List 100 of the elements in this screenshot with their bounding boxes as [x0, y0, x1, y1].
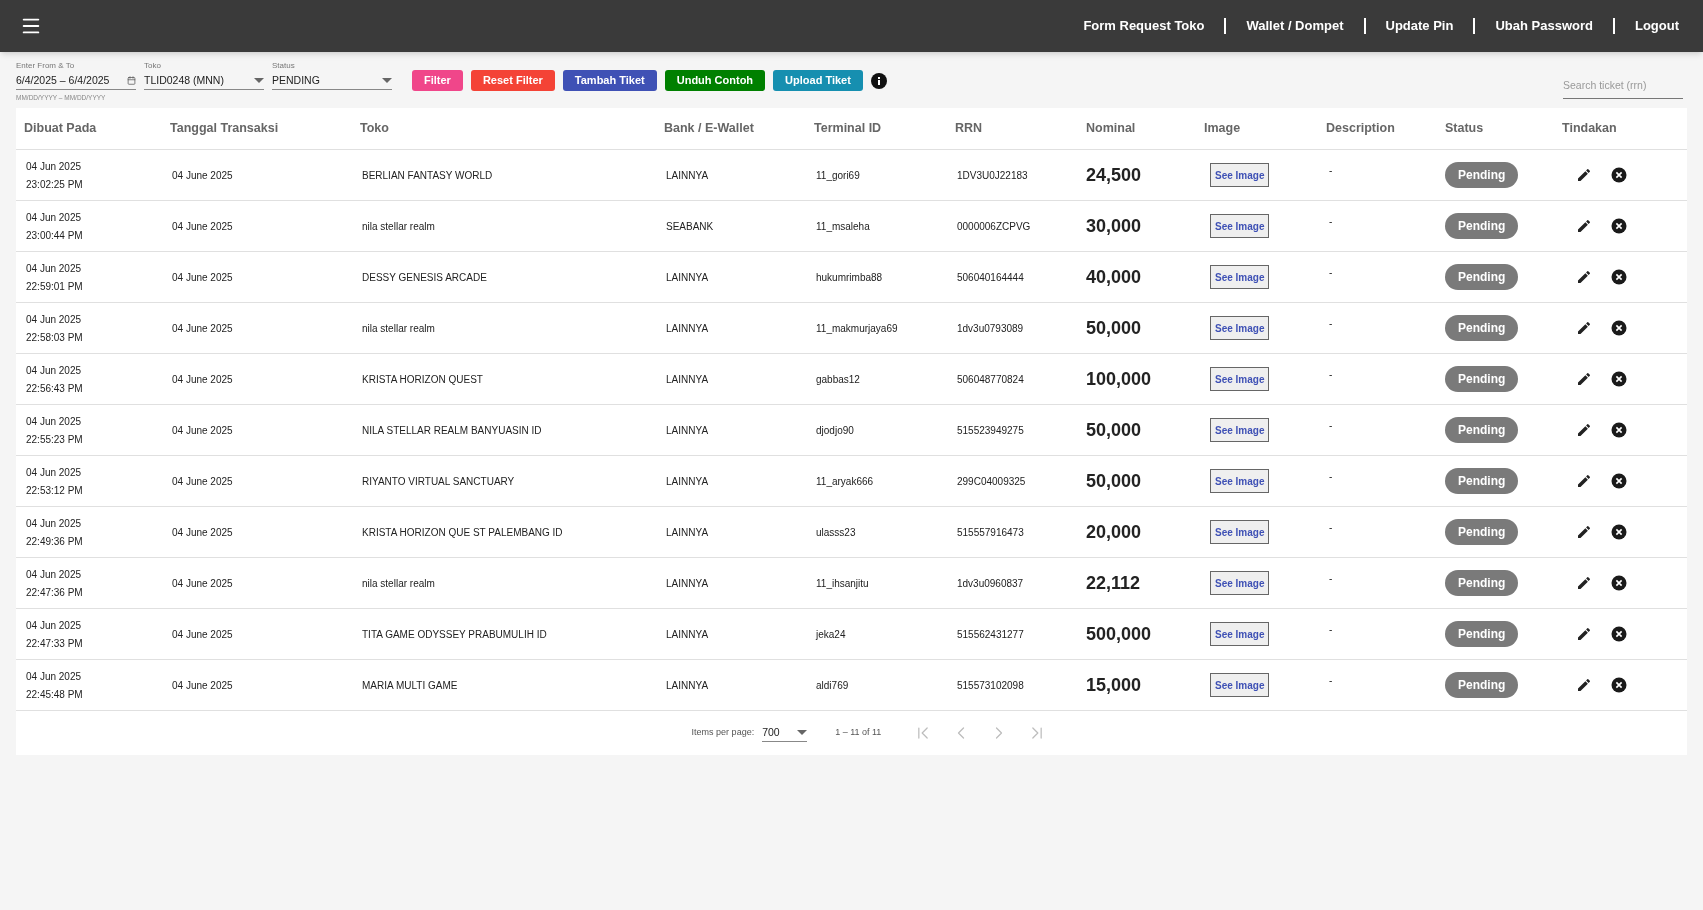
table-cell-text: 22:45:48 PM — [26, 687, 84, 702]
cancel-icon[interactable] — [1610, 319, 1628, 337]
table-cell-text: 515562431277 — [956, 627, 1025, 642]
cancel-icon[interactable] — [1610, 217, 1628, 235]
edit-pencil-icon[interactable] — [1576, 626, 1592, 642]
table-cell-text: nila stellar realm — [361, 576, 436, 591]
table-cell-text: 04 June 2025 — [171, 321, 234, 336]
table-cell-text: LAINNYA — [665, 168, 710, 183]
table-cell-text: jeka24 — [814, 627, 847, 642]
search-field[interactable]: Search ticket (rrn) — [1563, 78, 1683, 94]
action-button[interactable]: Filter — [412, 70, 463, 91]
see-image-button[interactable]: See Image — [1210, 163, 1270, 187]
table-cell-text: - — [1328, 317, 1334, 331]
cancel-icon[interactable] — [1610, 676, 1628, 694]
action-button[interactable]: Reset Filter — [470, 70, 555, 91]
table-cell-text: LAINNYA — [665, 270, 710, 285]
action-button[interactable]: Upload Tiket — [773, 70, 863, 91]
table-cell-text: 22:47:36 PM — [26, 585, 84, 600]
cancel-icon[interactable] — [1610, 166, 1628, 184]
table-cell-text: LAINNYA — [665, 372, 710, 387]
table-cell-text: 0000006ZCPVG — [956, 219, 1032, 234]
status-badge: Pending — [1445, 468, 1519, 494]
table-cell-text: - — [1328, 521, 1334, 535]
see-image-button[interactable]: See Image — [1210, 367, 1270, 391]
table-cell-text: - — [1328, 164, 1334, 178]
see-image-button[interactable]: See Image — [1210, 520, 1270, 544]
edit-pencil-icon[interactable] — [1576, 269, 1592, 285]
cancel-icon[interactable] — [1610, 370, 1628, 388]
table-cell-text: 22:55:23 PM — [26, 432, 84, 447]
see-image-button[interactable]: See Image — [1210, 673, 1270, 697]
items-per-page-select[interactable]: 700 — [762, 724, 808, 742]
see-image-button[interactable]: See Image — [1210, 265, 1270, 289]
table-cell-text: 515557916473 — [956, 525, 1025, 540]
status-badge: Pending — [1445, 264, 1519, 290]
see-image-button[interactable]: See Image — [1210, 316, 1270, 340]
table-cell-text: nila stellar realm — [361, 219, 436, 234]
table-cell-text: 04 June 2025 — [171, 678, 234, 693]
nav-link[interactable]: Form Request Toko — [1079, 16, 1209, 36]
nominal-amount: 100,000 — [1086, 367, 1153, 391]
calendar-icon[interactable] — [127, 76, 136, 85]
status-badge: Pending — [1445, 366, 1519, 392]
edit-pencil-icon[interactable] — [1576, 524, 1592, 540]
status-badge: Pending — [1445, 315, 1519, 341]
table-cell-text: 04 June 2025 — [171, 474, 234, 489]
table-cell-text: nila stellar realm — [361, 321, 436, 336]
action-button[interactable]: Unduh Contoh — [664, 70, 766, 91]
nav-link[interactable]: Wallet / Dompet — [1242, 16, 1348, 36]
table-cell-text: 04 June 2025 — [171, 168, 234, 183]
edit-pencil-icon[interactable] — [1576, 371, 1592, 387]
cancel-icon[interactable] — [1610, 472, 1628, 490]
items-per-page-label: Items per page: — [691, 726, 755, 740]
status-badge: Pending — [1445, 621, 1519, 647]
cancel-icon[interactable] — [1610, 523, 1628, 541]
edit-pencil-icon[interactable] — [1576, 422, 1592, 438]
table-cell-text: 04 Jun 2025 — [26, 465, 83, 480]
see-image-button[interactable]: See Image — [1210, 418, 1270, 442]
nav-link[interactable]: Update Pin — [1381, 16, 1458, 36]
column-header: Image — [1204, 120, 1242, 138]
table-cell-text: 04 Jun 2025 — [26, 618, 83, 633]
table-cell-text: - — [1328, 368, 1334, 382]
cancel-icon[interactable] — [1610, 268, 1628, 286]
nominal-amount: 40,000 — [1086, 265, 1143, 289]
cancel-icon[interactable] — [1610, 421, 1628, 439]
see-image-button[interactable]: See Image — [1210, 622, 1270, 646]
nominal-amount: 30,000 — [1086, 214, 1143, 238]
info-icon[interactable] — [870, 72, 887, 89]
table-cell-text: TITA GAME ODYSSEY PRABUMULIH ID — [361, 627, 548, 642]
see-image-button[interactable]: See Image — [1210, 469, 1270, 493]
action-button[interactable]: Tambah Tiket — [562, 70, 657, 91]
table-cell-text: 04 Jun 2025 — [26, 669, 83, 684]
cancel-icon[interactable] — [1610, 625, 1628, 643]
edit-pencil-icon[interactable] — [1576, 320, 1592, 336]
edit-pencil-icon[interactable] — [1576, 218, 1592, 234]
column-header: Bank / E-Wallet — [664, 120, 755, 138]
column-header: Status — [1445, 120, 1485, 138]
table-cell-text: - — [1328, 470, 1334, 484]
edit-pencil-icon[interactable] — [1576, 167, 1592, 183]
edit-pencil-icon[interactable] — [1576, 677, 1592, 693]
table-cell-text: 1dv3u0793089 — [956, 321, 1025, 336]
table-cell-text: djodjo90 — [815, 423, 855, 438]
column-header: Tindakan — [1562, 120, 1618, 138]
nav-link[interactable]: Ubah Password — [1491, 16, 1597, 36]
table-cell-text: 22:58:03 PM — [26, 330, 84, 345]
nav-link[interactable]: Logout — [1630, 16, 1683, 36]
table-cell-text: LAINNYA — [665, 321, 710, 336]
see-image-button[interactable]: See Image — [1210, 571, 1270, 595]
table-cell-text: RIYANTO VIRTUAL SANCTUARY — [361, 474, 516, 489]
edit-pencil-icon[interactable] — [1576, 575, 1592, 591]
nominal-amount: 22,112 — [1086, 571, 1142, 595]
see-image-button[interactable]: See Image — [1210, 214, 1270, 238]
cancel-icon[interactable] — [1610, 574, 1628, 592]
table-cell-text: - — [1328, 215, 1334, 229]
dropdown-caret-icon — [254, 78, 264, 83]
edit-pencil-icon[interactable] — [1576, 473, 1592, 489]
toko-select[interactable]: TLID0248 (MNN) — [144, 72, 264, 90]
date-range-field[interactable]: 6/4/2025 – 6/4/2025 — [16, 72, 136, 90]
status-select[interactable]: PENDING — [272, 72, 392, 90]
table-cell-text: 04 Jun 2025 — [26, 261, 83, 276]
table-cell-text: LAINNYA — [665, 576, 710, 591]
table-cell-text: LAINNYA — [665, 627, 710, 642]
